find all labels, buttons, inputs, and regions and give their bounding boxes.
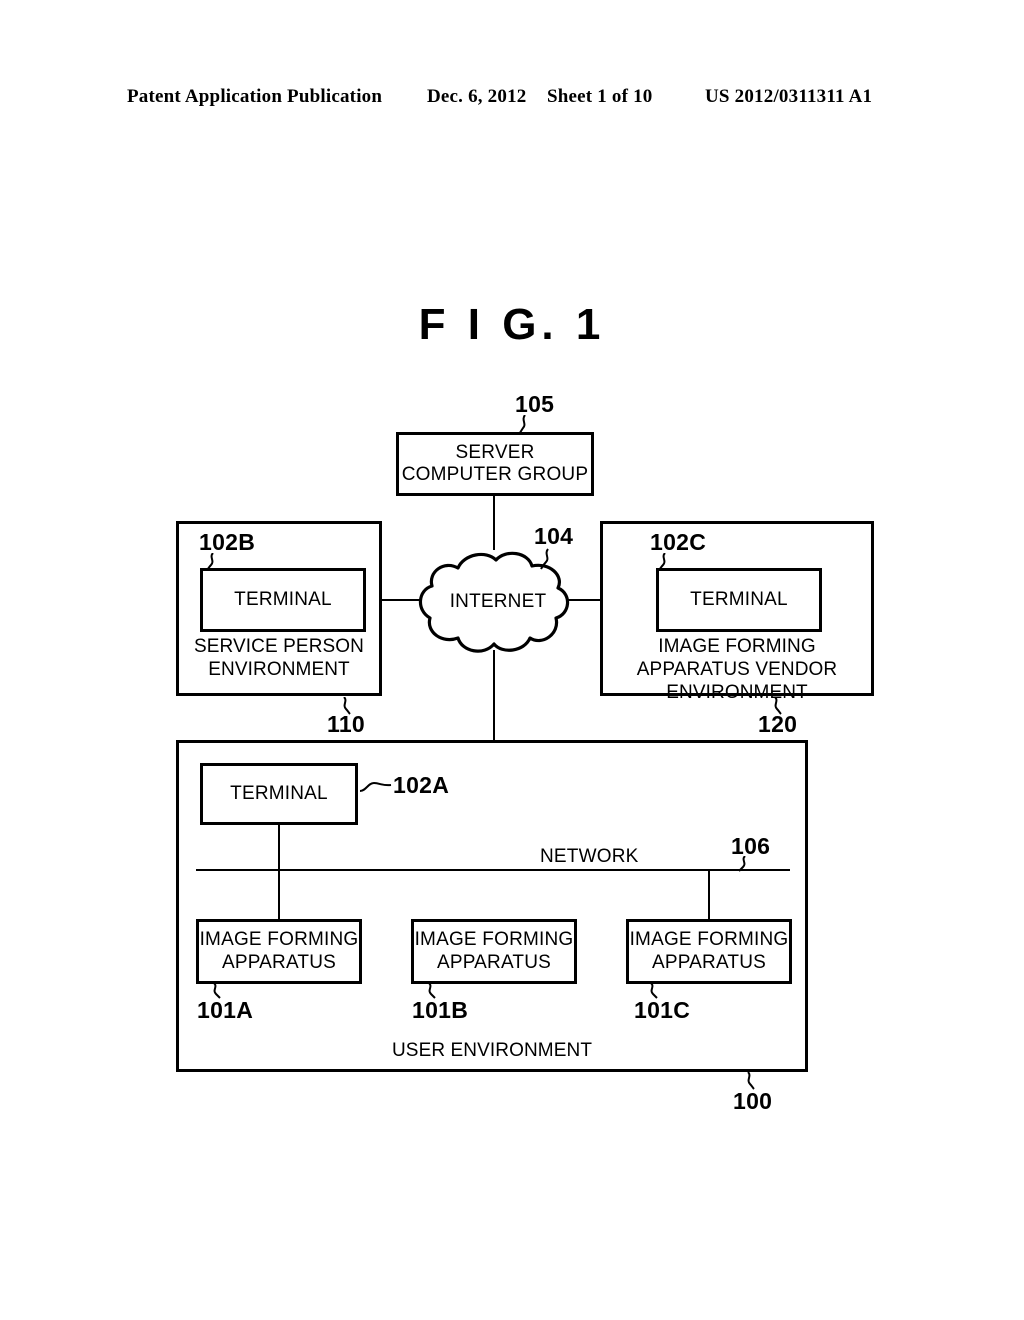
network-bus-line — [196, 869, 790, 871]
connector-terminal-a-to-network — [278, 825, 280, 919]
ref-110: 110 — [327, 711, 366, 737]
ref-105: 105 — [515, 391, 555, 417]
ref-120: 120 — [758, 711, 798, 737]
leader-110 — [343, 697, 351, 715]
ref-104: 104 — [534, 523, 574, 549]
ref-101c: 101C — [634, 997, 691, 1023]
ref-101b: 101B — [412, 997, 469, 1023]
user-environment-caption: USER ENVIRONMENT — [391, 1040, 593, 1061]
ref-101a: 101A — [197, 997, 254, 1023]
leader-104 — [540, 548, 549, 570]
figure-1-diagram: INTERNET 104 SERVER COMPUTER GROUP 105 S… — [0, 0, 1024, 1320]
terminal-102c-box[interactable]: TERMINAL — [656, 568, 822, 632]
leader-106 — [738, 856, 746, 872]
leader-101a — [213, 983, 221, 999]
image-forming-apparatus-101c-box[interactable]: IMAGE FORMING APPARATUS — [626, 919, 792, 984]
leader-100 — [747, 1072, 755, 1090]
leader-101b — [428, 983, 436, 999]
leader-102a — [360, 781, 392, 792]
terminal-102b-box[interactable]: TERMINAL — [200, 568, 366, 632]
vendor-environment-caption: IMAGE FORMING APPARATUS VENDOR ENVIRONME… — [636, 636, 838, 703]
service-person-environment-caption: SERVICE PERSON ENVIRONMENT — [194, 636, 364, 680]
internet-label: INTERNET — [450, 591, 547, 612]
leader-101c — [650, 983, 658, 999]
ref-100: 100 — [733, 1088, 773, 1114]
connector-network-to-apparatus-c — [708, 869, 710, 919]
image-forming-apparatus-101a-box[interactable]: IMAGE FORMING APPARATUS — [196, 919, 362, 984]
leader-102c — [658, 553, 666, 571]
leader-102b — [206, 553, 214, 571]
leader-105 — [518, 415, 526, 435]
terminal-102a-box[interactable]: TERMINAL — [200, 763, 358, 825]
ref-102b: 102B — [199, 529, 256, 555]
ref-102c: 102C — [650, 529, 707, 555]
connector-server-to-internet — [493, 496, 495, 550]
image-forming-apparatus-101b-box[interactable]: IMAGE FORMING APPARATUS — [411, 919, 577, 984]
leader-120 — [774, 697, 782, 715]
ref-102a: 102A — [393, 772, 450, 798]
server-computer-group-box[interactable]: SERVER COMPUTER GROUP — [396, 432, 594, 496]
network-label: NETWORK — [540, 846, 639, 867]
